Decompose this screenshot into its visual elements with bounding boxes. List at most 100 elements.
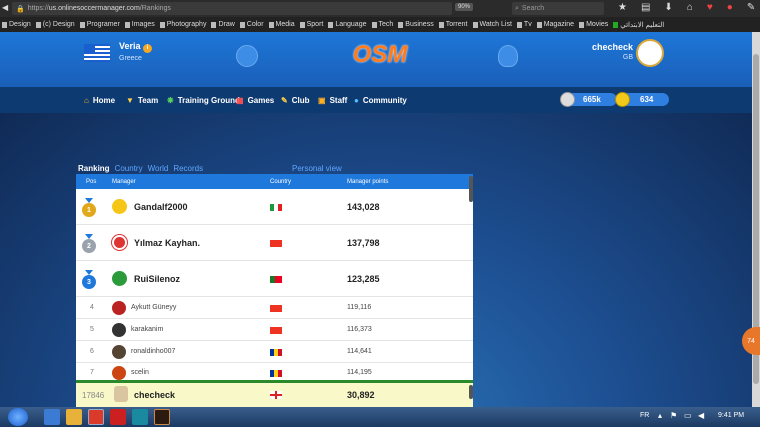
- turkey-flag-icon: [270, 327, 282, 334]
- bookmark-item[interactable]: Images: [124, 21, 155, 28]
- gold-coin-icon: [615, 92, 630, 107]
- romania-flag-icon: [270, 349, 282, 356]
- position: 7: [90, 369, 94, 376]
- row-scrollbar[interactable]: [469, 385, 473, 399]
- clock[interactable]: 9:41 PM: [718, 412, 744, 419]
- osm-logo[interactable]: OSM: [350, 40, 410, 70]
- bookmark-item[interactable]: Sport: [299, 21, 323, 28]
- romania-flag-icon: [270, 370, 282, 377]
- shield-icon[interactable]: [498, 45, 518, 67]
- silver-coins[interactable]: 665k: [560, 92, 617, 107]
- table-row[interactable]: 2 Yılmaz Kayhan. 137,798: [76, 225, 473, 261]
- manager-name: ronaldinho007: [131, 348, 176, 355]
- position: 4: [90, 304, 94, 311]
- club-crest-icon[interactable]: [236, 45, 258, 67]
- bookmark-item[interactable]: Movies: [579, 21, 608, 28]
- edit-icon[interactable]: ✎: [747, 2, 755, 13]
- pocket-icon[interactable]: ♥: [707, 2, 713, 13]
- avatar[interactable]: [636, 39, 664, 67]
- tab-records[interactable]: Records: [173, 164, 203, 173]
- bookmark-item[interactable]: Language: [328, 21, 367, 28]
- personal-view-link[interactable]: Personal view: [292, 164, 342, 173]
- nav-training-ground[interactable]: ❋ Training Ground: [167, 96, 240, 105]
- app-icon[interactable]: [132, 409, 148, 425]
- italy-flag-icon: [270, 204, 282, 211]
- search-box[interactable]: ⌕ Search: [512, 2, 604, 15]
- bookmark-item[interactable]: Draw: [211, 21, 235, 28]
- start-button[interactable]: [8, 408, 28, 426]
- manager-points: 123,285: [347, 274, 380, 284]
- nav-community[interactable]: ● Community: [354, 96, 407, 105]
- nav-club[interactable]: ✎ Club: [281, 96, 309, 105]
- game-header: Veria i Greece OSM checheck GB: [0, 32, 760, 87]
- my-ranking-row[interactable]: 17846 checheck 30,892: [76, 380, 473, 407]
- tab-ranking[interactable]: Ranking: [78, 164, 110, 173]
- home-icon[interactable]: ⌂: [687, 2, 693, 13]
- nav-home[interactable]: ⌂ Home: [84, 96, 115, 105]
- table-row[interactable]: 4 Aykutt Güneyy 119,116: [76, 297, 473, 319]
- table-row[interactable]: 1 Gandalf2000 143,028: [76, 189, 473, 225]
- bookmark-item[interactable]: Watch List: [472, 21, 512, 28]
- bookmark-item[interactable]: Tv: [516, 21, 532, 28]
- download-icon[interactable]: ⬇: [664, 2, 672, 13]
- adblock-icon[interactable]: ●: [727, 2, 733, 13]
- nav-team[interactable]: ▼ Team: [126, 96, 158, 105]
- info-icon: i: [143, 44, 153, 53]
- user-tag: GB: [622, 54, 633, 61]
- search-placeholder: Search: [521, 5, 545, 12]
- bookmark-item[interactable]: Torrent: [438, 21, 468, 28]
- table-scrollbar[interactable]: [469, 176, 473, 202]
- language-indicator[interactable]: FR: [640, 412, 649, 419]
- gold-coins[interactable]: 634: [615, 92, 669, 107]
- network-icon[interactable]: ▭: [684, 411, 692, 420]
- bookmark-item[interactable]: التعليم الابتدائي: [613, 21, 664, 29]
- nav-staff[interactable]: ▣ Staff: [318, 96, 347, 105]
- opera-icon[interactable]: [110, 409, 126, 425]
- flag-icon[interactable]: ⚑: [670, 411, 677, 420]
- taskbar: FR ▴ ⚑ ▭ ◀ 9:41 PM: [0, 407, 760, 427]
- illustrator-icon[interactable]: [154, 409, 170, 425]
- silver-medal-icon: 2: [82, 234, 96, 253]
- manager-name: karakanim: [131, 326, 164, 333]
- user-info[interactable]: checheck GB: [588, 42, 633, 61]
- silver-coins-value: 665k: [583, 95, 601, 104]
- bookmark-item[interactable]: Color: [239, 21, 264, 28]
- avatar: [112, 301, 126, 315]
- team-info[interactable]: Veria i Greece: [119, 41, 153, 62]
- explorer-icon[interactable]: [66, 409, 82, 425]
- avatar: [112, 323, 126, 337]
- volume-icon[interactable]: ◀: [698, 411, 704, 420]
- tray-up-icon[interactable]: ▴: [658, 411, 662, 420]
- tab-world[interactable]: World: [148, 164, 169, 173]
- manager-points: 137,798: [347, 238, 380, 248]
- tab-country[interactable]: Country: [115, 164, 143, 173]
- greece-flag-icon: [84, 44, 110, 62]
- bookmark-item[interactable]: Magazine: [536, 21, 574, 28]
- avatar: [112, 366, 126, 380]
- avatar: [114, 386, 128, 402]
- bookmark-item[interactable]: Design: [2, 21, 31, 28]
- nav-label: Community: [362, 95, 407, 105]
- bookmark-item[interactable]: Media: [268, 21, 295, 28]
- avatar: [112, 199, 127, 214]
- table-row[interactable]: 6 ronaldinho007 114,641: [76, 341, 473, 363]
- firefox-icon[interactable]: [88, 409, 104, 425]
- star-icon[interactable]: ★: [618, 2, 627, 13]
- url-path: /Rankings: [139, 5, 171, 12]
- calendar-icon: ▦: [236, 95, 244, 105]
- bookmark-item[interactable]: Business: [398, 21, 434, 28]
- bookmark-item[interactable]: Photography: [159, 21, 206, 28]
- ie-icon[interactable]: [44, 409, 60, 425]
- zoom-indicator[interactable]: 90%: [455, 3, 474, 11]
- turkey-flag-icon: [270, 305, 282, 312]
- address-bar[interactable]: 🔒 https://us.onlinesoccermanager.com/Ran…: [12, 2, 452, 15]
- bookmark-item[interactable]: (c) Design: [35, 21, 75, 28]
- table-row[interactable]: 5 karakanim 116,373: [76, 319, 473, 341]
- bookmark-item[interactable]: Programer: [79, 21, 120, 28]
- nav-games[interactable]: ▦ Games: [236, 96, 274, 105]
- back-icon[interactable]: ◀: [2, 3, 8, 12]
- clipboard-icon[interactable]: ▤: [641, 2, 650, 13]
- url-domain: us.onlinesoccermanager.com: [48, 5, 140, 12]
- table-row[interactable]: 3 RuiSilenoz 123,285: [76, 261, 473, 297]
- bookmark-item[interactable]: Tech: [371, 21, 393, 28]
